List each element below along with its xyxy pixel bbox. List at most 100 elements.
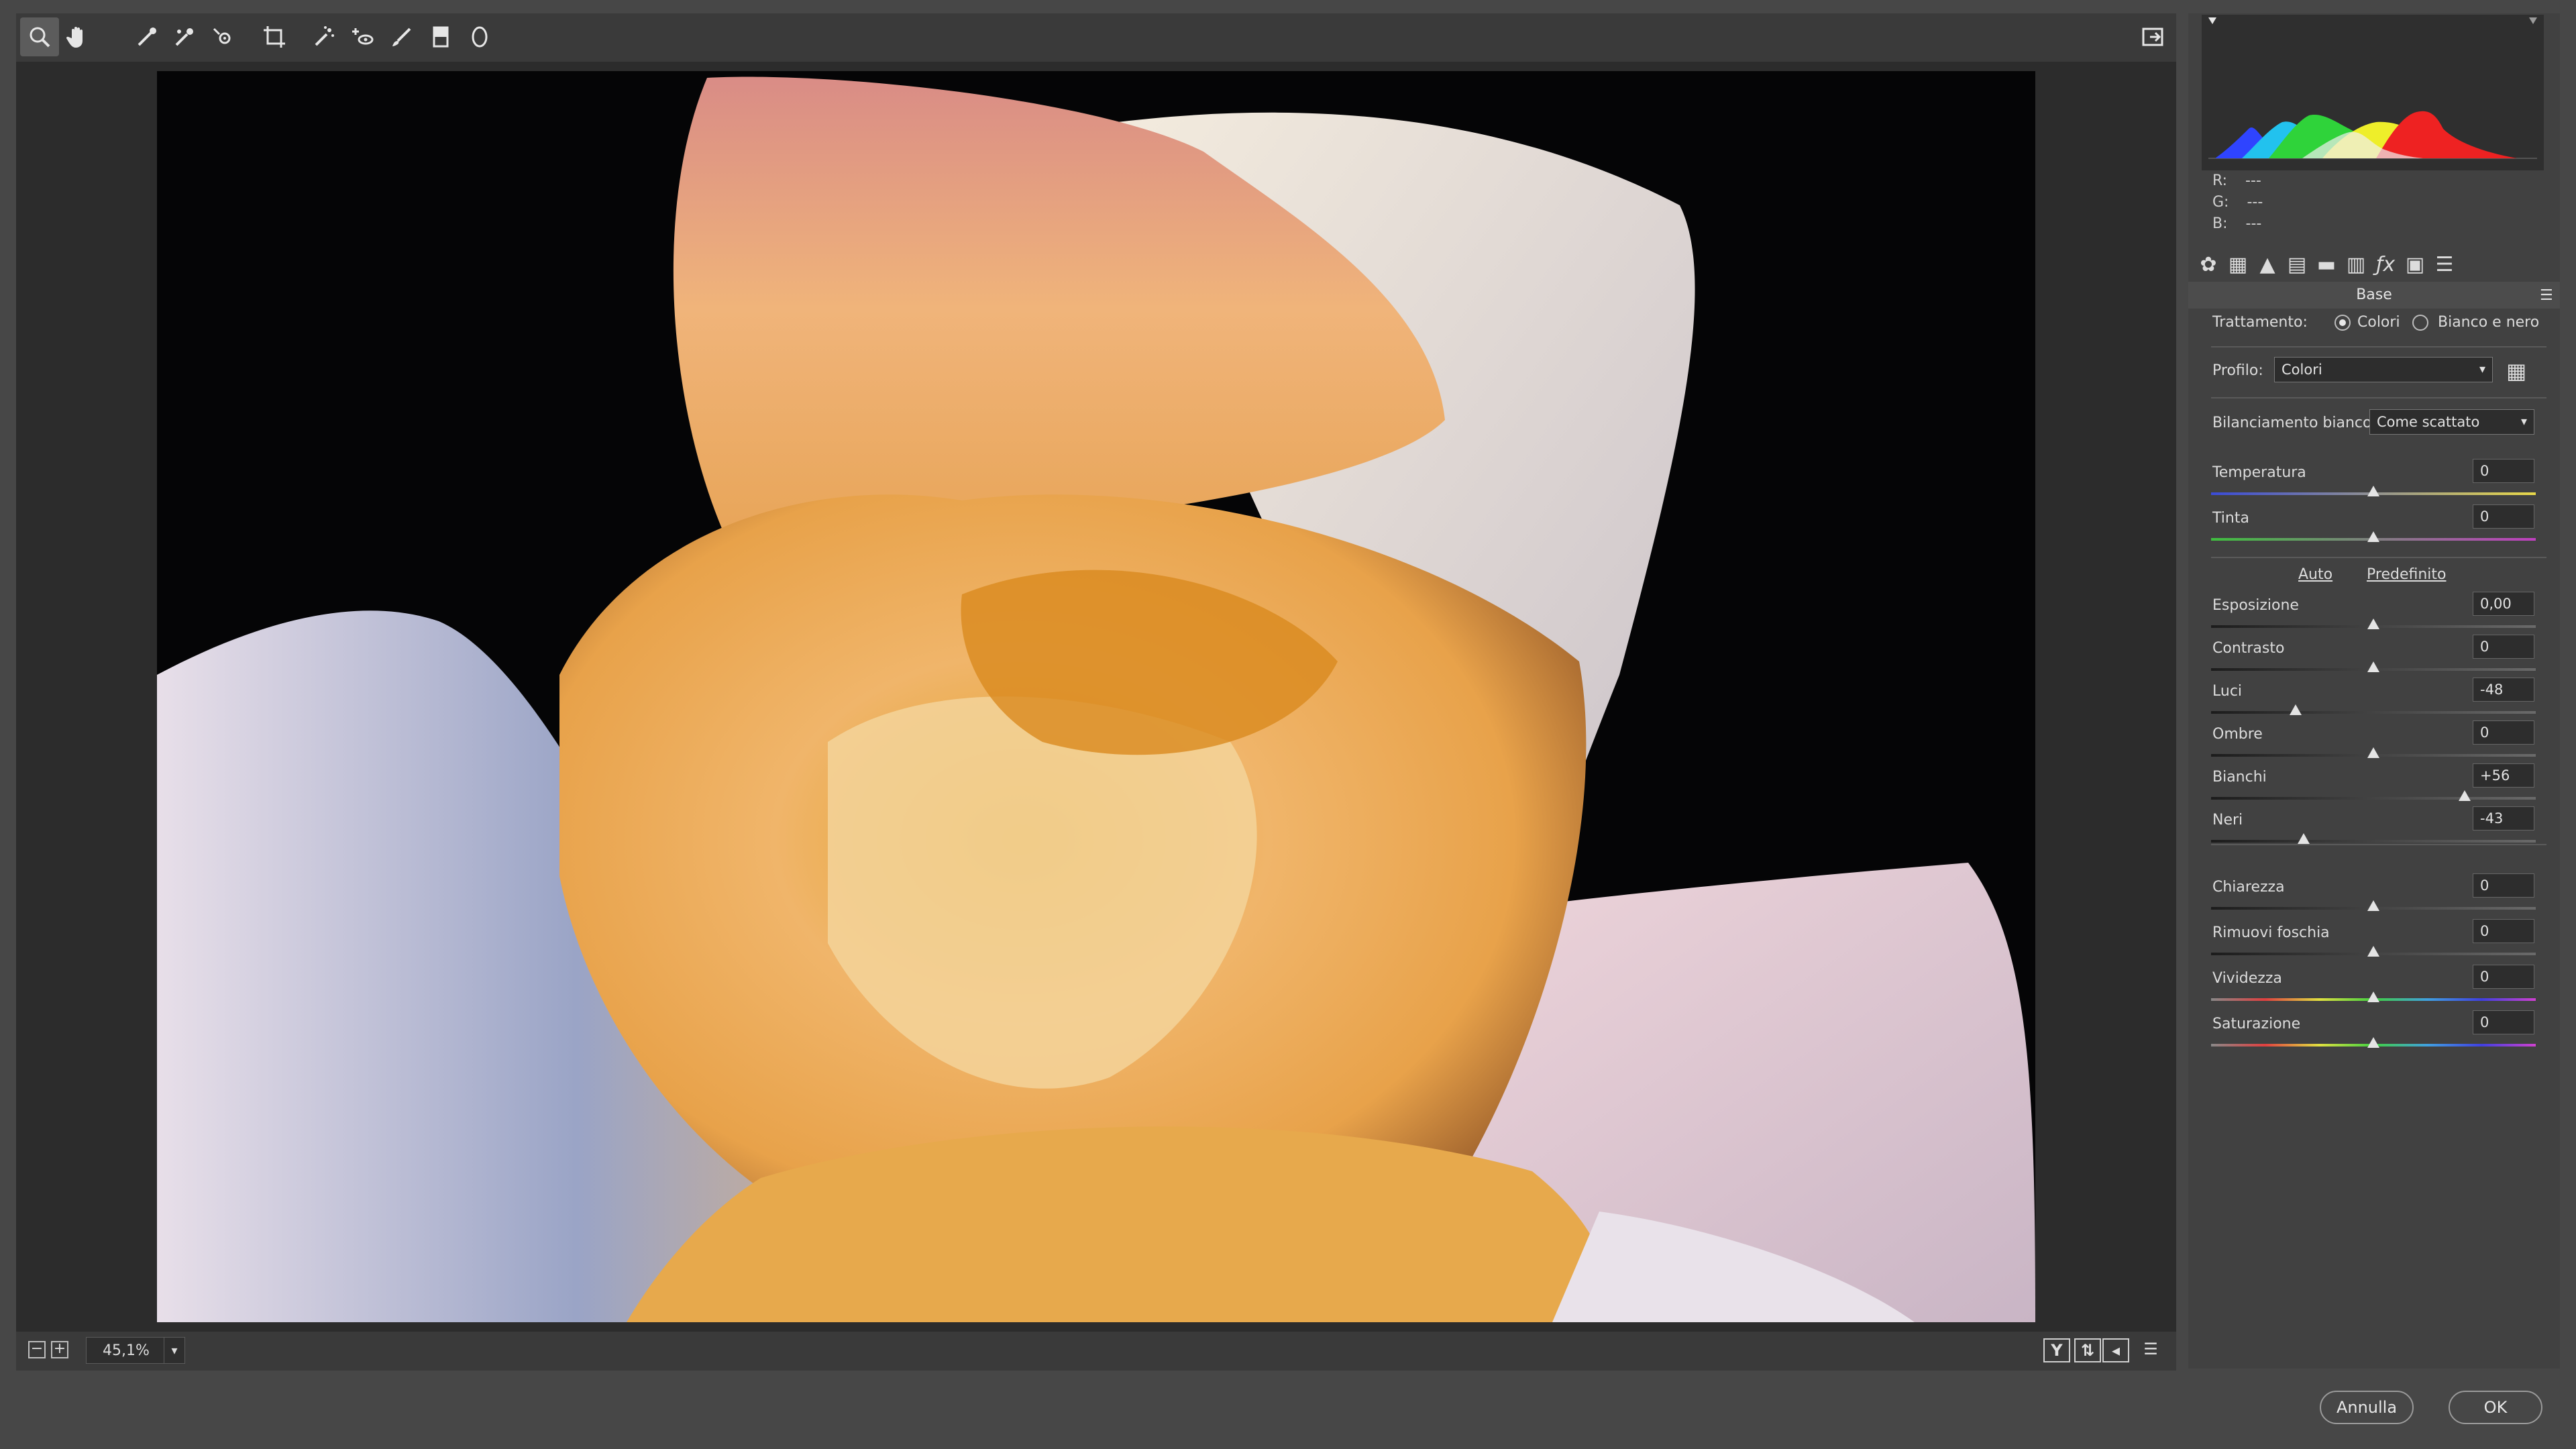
treatment-label: Trattamento:: [2212, 314, 2308, 331]
profile-browser-grid-icon[interactable]: ▦: [2506, 358, 2526, 384]
divider: [2211, 397, 2546, 398]
r-label: R:: [2212, 172, 2228, 189]
slider-value-field[interactable]: 0: [2473, 1010, 2534, 1034]
slider-thumb[interactable]: [2367, 747, 2379, 758]
graduated-filter-tool-icon[interactable]: [421, 17, 460, 56]
chevron-down-icon: ▾: [2520, 415, 2527, 429]
default-button[interactable]: Predefinito: [2367, 566, 2446, 583]
section-header: Base: [2188, 282, 2560, 309]
tab-detail-icon[interactable]: ▲: [2253, 250, 2282, 279]
b-value: ---: [2245, 215, 2262, 232]
slider-track[interactable]: [2211, 840, 2536, 843]
histogram: [2202, 15, 2544, 170]
slider-value-field[interactable]: 0: [2473, 919, 2534, 943]
slider-value-field[interactable]: 0: [2473, 965, 2534, 989]
profile-label: Profilo:: [2212, 362, 2263, 379]
hand-tool-icon[interactable]: [58, 17, 97, 56]
swap-before-after-icon[interactable]: ⇅: [2074, 1338, 2101, 1362]
slider-label: Ombre: [2212, 726, 2263, 743]
slider-value-field[interactable]: 0: [2473, 459, 2534, 483]
slider-value-field[interactable]: 0,00: [2473, 592, 2534, 616]
adjustments-panel: R: --- G: --- B: --- ✿ ▦ ▲ ▤ ▬ ▥ ƒx ▣ ☰ …: [2188, 13, 2560, 1368]
adjustment-brush-tool-icon[interactable]: [382, 17, 421, 56]
slider-label: Vividezza: [2212, 970, 2282, 987]
shadow-clipping-warning-icon: [2208, 17, 2216, 24]
slider-value-field[interactable]: -48: [2473, 678, 2534, 702]
copy-settings-icon[interactable]: ◂: [2102, 1338, 2129, 1362]
zoom-dropdown-chevron-down-icon[interactable]: ▾: [164, 1337, 185, 1364]
slider-label: Chiarezza: [2212, 879, 2285, 896]
slider-value-field[interactable]: 0: [2473, 635, 2534, 659]
cancel-button[interactable]: Annulla: [2320, 1391, 2414, 1424]
slider-label: Esposizione: [2212, 597, 2299, 614]
white-balance-tool-icon[interactable]: [127, 17, 166, 56]
panel-menu-icon[interactable]: ☰: [2540, 287, 2553, 304]
zoom-level-field[interactable]: 45,1%: [86, 1337, 166, 1364]
profile-value: Colori: [2282, 362, 2322, 378]
g-label: G:: [2212, 194, 2229, 211]
treatment-bw-label[interactable]: Bianco e nero: [2438, 314, 2539, 331]
slider-thumb[interactable]: [2367, 991, 2379, 1002]
slider-thumb[interactable]: [2458, 790, 2471, 801]
bottom-status-bar: − + 45,1% ▾ Y ⇅ ◂ ☰: [16, 1332, 2176, 1371]
slider-thumb[interactable]: [2289, 704, 2302, 715]
auto-button[interactable]: Auto: [2298, 566, 2332, 583]
spot-removal-tool-icon[interactable]: [305, 17, 343, 56]
slider-thumb[interactable]: [2367, 900, 2379, 911]
white-balance-value: Come scattato: [2377, 414, 2480, 430]
slider-value-field[interactable]: -43: [2473, 806, 2534, 830]
slider-label: Rimuovi foschia: [2212, 924, 2330, 941]
slider-label: Neri: [2212, 812, 2243, 828]
targeted-adjustment-tool-icon[interactable]: [204, 17, 243, 56]
rgb-readout: R: --- G: --- B: ---: [2202, 170, 2289, 243]
zoom-in-button[interactable]: +: [51, 1341, 68, 1358]
slider-thumb[interactable]: [2297, 833, 2310, 844]
tab-presets-icon[interactable]: ☰: [2430, 250, 2459, 279]
ok-button[interactable]: OK: [2449, 1391, 2542, 1424]
tab-basic-aperture-icon[interactable]: ✿: [2194, 250, 2223, 279]
treatment-bw-radio[interactable]: [2412, 315, 2428, 331]
slider-value-field[interactable]: +56: [2473, 763, 2534, 788]
tab-tone-curve-icon[interactable]: ▦: [2223, 250, 2253, 279]
profile-select[interactable]: Colori ▾: [2274, 357, 2493, 382]
slider-thumb[interactable]: [2367, 531, 2379, 542]
treatment-color-label[interactable]: Colori: [2357, 314, 2400, 331]
toggle-fullscreen-icon[interactable]: [2133, 17, 2172, 56]
red-eye-tool-icon[interactable]: [343, 17, 382, 56]
slider-thumb[interactable]: [2367, 661, 2379, 672]
photo-preview[interactable]: [157, 71, 2035, 1322]
color-sampler-tool-icon[interactable]: [165, 17, 204, 56]
slider-value-field[interactable]: 0: [2473, 720, 2534, 745]
tab-lens-corrections-icon[interactable]: ▥: [2341, 250, 2371, 279]
tab-split-toning-icon[interactable]: ▬: [2312, 250, 2341, 279]
crop-tool-icon[interactable]: [255, 17, 294, 56]
slider-label: Bianchi: [2212, 769, 2267, 786]
treatment-color-radio[interactable]: [2334, 315, 2351, 331]
highlight-clipping-warning-icon: [2529, 17, 2537, 24]
slider-thumb[interactable]: [2367, 619, 2379, 629]
white-balance-select[interactable]: Come scattato ▾: [2369, 409, 2534, 435]
tab-effects-fx-icon[interactable]: ƒx: [2371, 250, 2400, 279]
panel-tabs: ✿ ▦ ▲ ▤ ▬ ▥ ƒx ▣ ☰: [2188, 246, 2560, 282]
slider-label: Tinta: [2212, 510, 2249, 527]
divider: [2211, 346, 2546, 347]
slider-value-field[interactable]: 0: [2473, 504, 2534, 529]
tab-camera-calibration-icon[interactable]: ▣: [2400, 250, 2430, 279]
tab-hsl-icon[interactable]: ▤: [2282, 250, 2312, 279]
slider-track[interactable]: [2211, 711, 2536, 714]
slider-track[interactable]: [2211, 797, 2536, 800]
preview-preferences-icon[interactable]: ☰: [2137, 1338, 2164, 1362]
section-title: Base: [2356, 286, 2392, 303]
slider-label: Contrasto: [2212, 640, 2285, 657]
zoom-out-button[interactable]: −: [28, 1341, 46, 1358]
radial-filter-tool-icon[interactable]: [460, 17, 499, 56]
slider-value-field[interactable]: 0: [2473, 873, 2534, 898]
zoom-tool-icon[interactable]: [20, 17, 59, 56]
slider-thumb[interactable]: [2367, 486, 2379, 496]
slider-thumb[interactable]: [2367, 946, 2379, 957]
slider-label: Luci: [2212, 683, 2243, 700]
before-after-toggle-icon[interactable]: Y: [2043, 1338, 2070, 1362]
chevron-down-icon: ▾: [2479, 362, 2485, 376]
slider-thumb[interactable]: [2367, 1037, 2379, 1048]
white-balance-label: Bilanciamento bianco:: [2212, 415, 2377, 431]
